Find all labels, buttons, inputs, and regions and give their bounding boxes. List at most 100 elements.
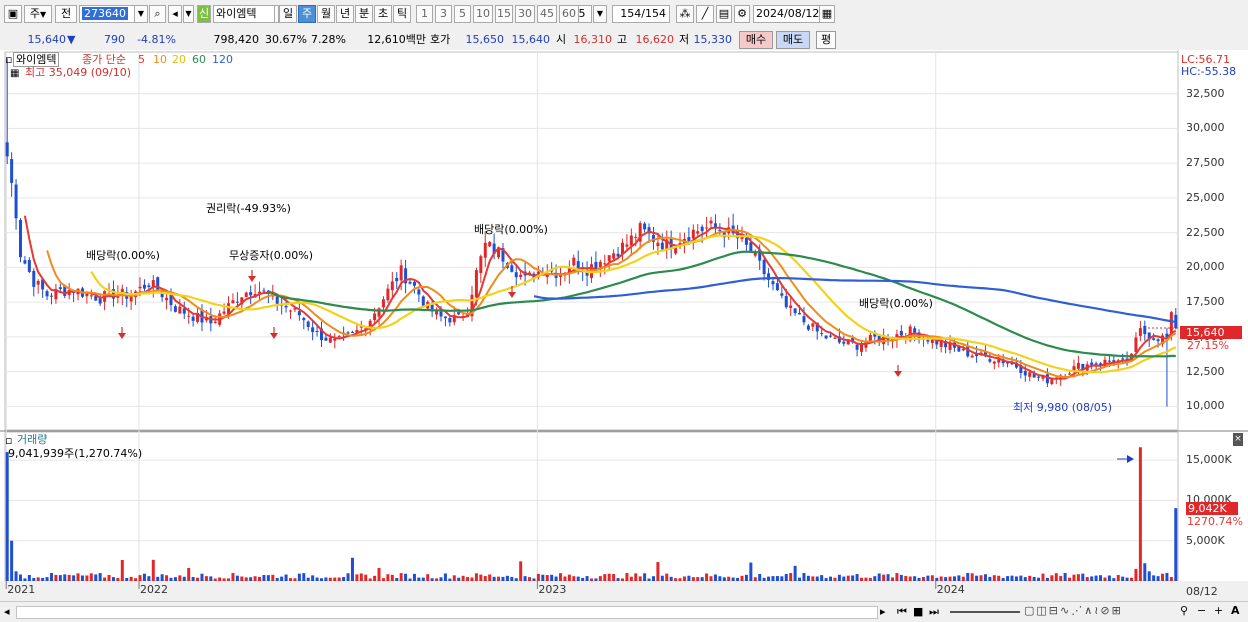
stop-icon[interactable]: ■ bbox=[913, 605, 923, 618]
drawing-tools-icons[interactable]: ▢◫⊟∿⋰∧≀⊘⊞ bbox=[1024, 604, 1123, 617]
window-menu-icon[interactable]: ▣ bbox=[4, 5, 22, 23]
interval-button-7[interactable]: 60 bbox=[559, 5, 579, 23]
ask-price: 15,650 bbox=[465, 33, 505, 46]
evaluate-button[interactable]: 평 bbox=[816, 31, 836, 49]
volume-bar bbox=[240, 576, 244, 581]
volume-bar bbox=[284, 574, 288, 581]
market-select-value: 주 bbox=[29, 7, 40, 20]
volume-bar bbox=[125, 577, 129, 581]
period-tab-6[interactable]: 틱 bbox=[393, 5, 411, 23]
toolbar: ▣ 주▼ 전 273640 ▼ ⌕ ◂ ▼ 신 와이엠텍 5 ▼ 154/154… bbox=[0, 0, 1248, 29]
interval-button-5[interactable]: 30 bbox=[515, 5, 535, 23]
chart-area[interactable]: ▫ 와이엠텍 종가 단순 5 10 20 60 120 ▦ 최고 35,049 … bbox=[0, 50, 1248, 601]
search-icon[interactable]: ⌕ bbox=[149, 5, 166, 23]
draw-line-icon[interactable]: ╱ bbox=[696, 5, 714, 23]
prev-button[interactable]: 전 bbox=[55, 5, 77, 23]
sell-button[interactable]: 매도 bbox=[776, 31, 810, 49]
event-dividend-3: 배당락(0.00%) bbox=[859, 297, 933, 310]
volume-bar bbox=[789, 573, 793, 581]
volume-bar bbox=[952, 576, 956, 581]
high-price: 16,620 bbox=[635, 33, 675, 46]
volume-bar bbox=[1138, 447, 1142, 581]
scroll-right-icon[interactable]: ▸ bbox=[880, 605, 886, 618]
interval-button-0[interactable]: 1 bbox=[416, 5, 433, 23]
custom-interval-chevron-icon[interactable]: ▼ bbox=[593, 5, 607, 23]
volume-bar bbox=[590, 578, 593, 581]
zoom-slider[interactable] bbox=[950, 611, 1020, 613]
volume-bar bbox=[567, 574, 571, 581]
candle-body bbox=[1143, 325, 1147, 335]
volume-bar bbox=[488, 574, 492, 581]
volume-bar bbox=[111, 577, 115, 581]
interval-button-2[interactable]: 5 bbox=[454, 5, 471, 23]
candle-body bbox=[612, 253, 616, 259]
candle-body bbox=[328, 337, 332, 343]
volume-bar bbox=[997, 575, 1001, 581]
stock-name-field[interactable]: 와이엠텍 bbox=[213, 5, 275, 23]
price-tick-label: 22,500 bbox=[1186, 225, 1225, 239]
buy-button[interactable]: 매수 bbox=[739, 31, 773, 49]
volume-bar bbox=[1054, 573, 1058, 581]
volume-bar bbox=[820, 575, 824, 581]
market-select[interactable]: 주▼ bbox=[24, 5, 52, 23]
volume-bar bbox=[1050, 575, 1054, 581]
candle-body bbox=[802, 316, 806, 323]
forward-icon[interactable]: ⏭ bbox=[929, 605, 939, 618]
calendar-small-icon: ▦ bbox=[10, 68, 20, 79]
interval-button-6[interactable]: 45 bbox=[537, 5, 557, 23]
volume-bar bbox=[200, 573, 204, 581]
rewind-icon[interactable]: ⏮ bbox=[897, 605, 907, 618]
chart-tool-icon[interactable]: ⁂ bbox=[676, 5, 694, 23]
chart-canvas[interactable] bbox=[0, 50, 1248, 601]
period-tab-3[interactable]: 년 bbox=[336, 5, 354, 23]
zoom-search-icon[interactable]: ⚲ bbox=[1180, 604, 1188, 617]
volume-bar bbox=[386, 574, 390, 581]
candle-body bbox=[58, 287, 62, 290]
period-tab-4[interactable]: 분 bbox=[355, 5, 373, 23]
calendar-icon[interactable]: ▦ bbox=[819, 5, 835, 23]
auto-scale-icon[interactable]: A bbox=[1231, 604, 1240, 617]
volume-bar bbox=[36, 577, 40, 581]
legend-ma-10: 10 bbox=[153, 53, 167, 66]
candle-body bbox=[656, 242, 660, 247]
candle-body bbox=[811, 323, 815, 327]
period-tab-5[interactable]: 초 bbox=[374, 5, 392, 23]
zoom-in-icon[interactable]: + bbox=[1214, 604, 1223, 617]
gear-icon[interactable]: ⚙ bbox=[734, 5, 750, 23]
scroll-track[interactable] bbox=[16, 606, 878, 619]
candle-body bbox=[966, 346, 970, 357]
interval-button-3[interactable]: 10 bbox=[473, 5, 493, 23]
interval-button-1[interactable]: 3 bbox=[435, 5, 452, 23]
sound-chevron-icon[interactable]: ▼ bbox=[183, 5, 194, 23]
zoom-out-icon[interactable]: − bbox=[1197, 604, 1206, 617]
candle-body bbox=[634, 237, 638, 239]
legend-ma-20: 20 bbox=[172, 53, 186, 66]
scroll-left-icon[interactable]: ◂ bbox=[4, 605, 10, 618]
date-input[interactable]: 2024/08/12 bbox=[753, 5, 820, 23]
volume-bar bbox=[1090, 576, 1094, 581]
save-icon[interactable]: ▤ bbox=[716, 5, 732, 23]
code-dropdown-chevron-icon[interactable]: ▼ bbox=[134, 5, 148, 23]
period-tab-2[interactable]: 월 bbox=[317, 5, 335, 23]
candle-body bbox=[302, 318, 306, 321]
candle-body bbox=[842, 341, 846, 344]
time-tick-label: 2024 bbox=[936, 583, 965, 596]
bar-count-field[interactable]: 154/154 bbox=[612, 5, 670, 23]
volume-bar bbox=[519, 561, 523, 581]
volume-bar bbox=[505, 575, 509, 581]
candle-body bbox=[488, 241, 492, 247]
volume-bar bbox=[107, 574, 111, 581]
period-tab-1[interactable]: 주 bbox=[298, 5, 316, 23]
volume-bar bbox=[944, 577, 948, 581]
legend-close-icon[interactable]: ▫ bbox=[5, 53, 12, 66]
volume-close-icon[interactable]: ▫ bbox=[5, 434, 12, 447]
period-tab-0[interactable]: 일 bbox=[279, 5, 297, 23]
volume-pane-close-icon[interactable]: × bbox=[1233, 433, 1243, 446]
interval-button-4[interactable]: 15 bbox=[495, 5, 513, 23]
stock-code-input[interactable]: 273640 bbox=[79, 5, 135, 23]
volume-bar bbox=[368, 578, 372, 581]
sound-icon[interactable]: ◂ bbox=[168, 5, 182, 23]
time-tick-label: 2021 bbox=[7, 583, 36, 596]
bottom-scrollbar[interactable]: ◂ ▸ ⏮ ■ ⏭ ▢◫⊟∿⋰∧≀⊘⊞ ⚲ − + A bbox=[0, 601, 1248, 622]
candle-body bbox=[1037, 376, 1041, 378]
